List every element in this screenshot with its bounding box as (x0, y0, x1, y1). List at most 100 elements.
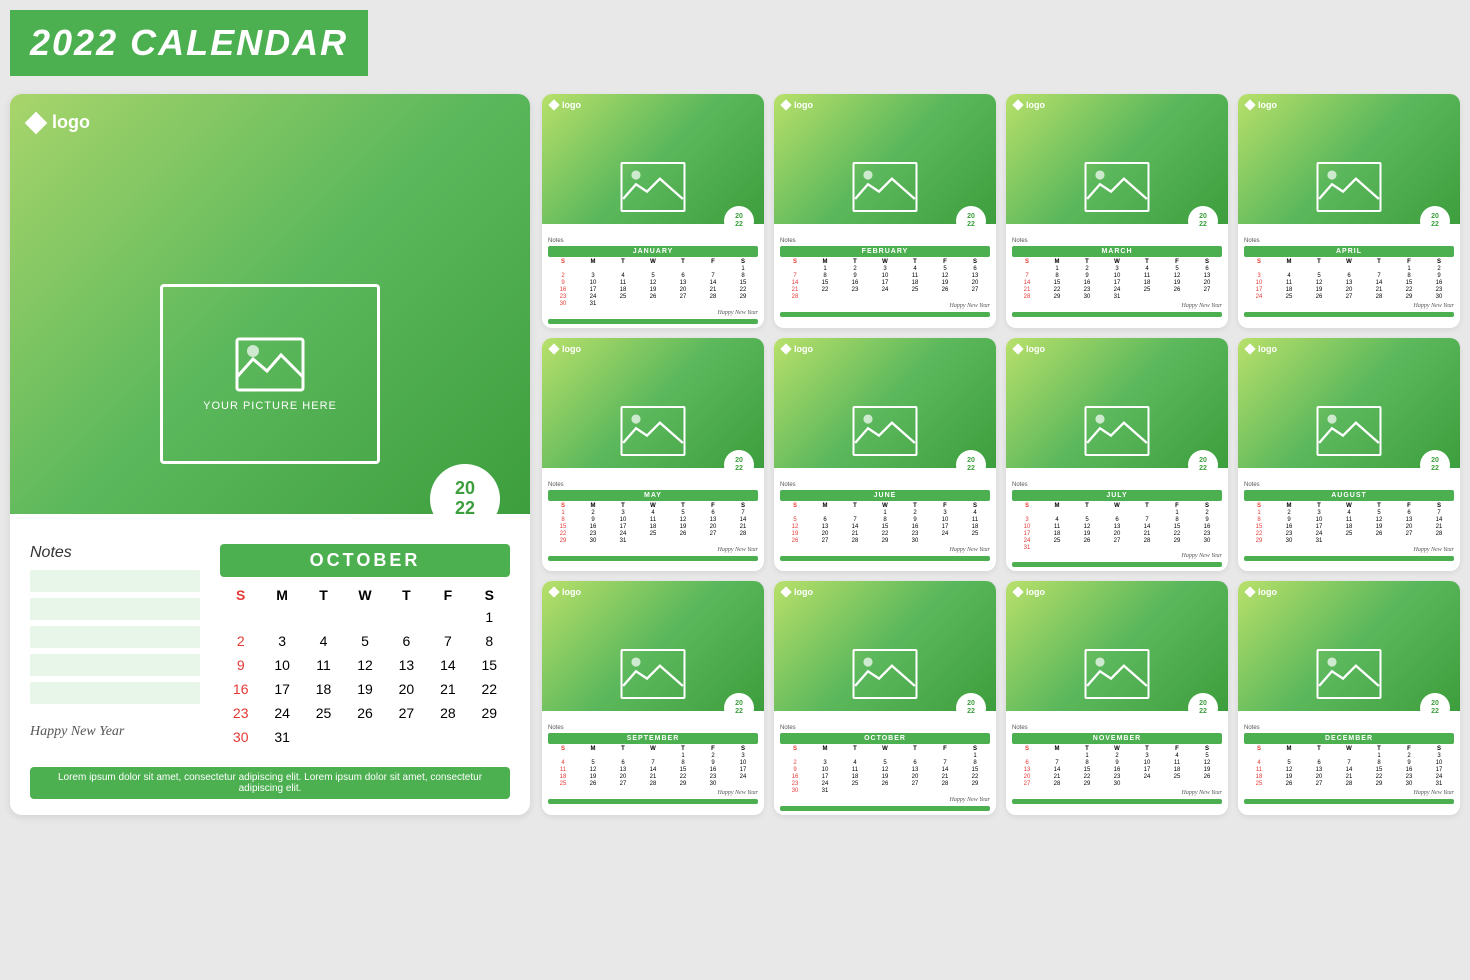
mini-day-cell: 14 (780, 280, 810, 286)
mini-day-cell: 12 (638, 280, 668, 286)
mini-day-cell: 2 (1394, 753, 1424, 759)
mini-day-cell: 28 (780, 294, 810, 300)
mini-day-cell: 20 (810, 531, 840, 537)
mini-year-text: 2022 (1199, 700, 1207, 715)
mini-days-header: S M T W T F S (1244, 503, 1454, 509)
mini-year-text: 2022 (967, 457, 975, 472)
mini-day-header-t2: T (1364, 259, 1394, 265)
mini-days-header: S M T W T F S (548, 746, 758, 752)
mini-day-header-s: S (548, 746, 578, 752)
mini-day-cell: 29 (1072, 781, 1102, 787)
mini-day-cell: 27 (810, 538, 840, 544)
mini-day-cell: 22 (548, 531, 578, 537)
mini-day-header-w: W (1102, 259, 1132, 265)
mini-year-badge: 2022 (1420, 693, 1450, 723)
mini-day-cell: 9 (900, 517, 930, 523)
day-cell (303, 727, 344, 747)
mini-day-cell: 5 (780, 517, 810, 523)
mini-day-cell: 21 (728, 524, 758, 530)
mini-day-cell: 1 (1394, 266, 1424, 272)
mini-day-cell: 18 (548, 774, 578, 780)
mini-day-cell: 14 (638, 767, 668, 773)
mini-day-cell: 5 (1304, 273, 1334, 279)
mini-day-cell: 19 (1162, 280, 1192, 286)
mini-day-cell: 14 (728, 517, 758, 523)
mini-day-cell: 1 (870, 510, 900, 516)
mini-days-header: S M T W T F S (548, 503, 758, 509)
day-cell: 24 (261, 703, 302, 723)
mini-day-cell: 7 (840, 517, 870, 523)
month-grid-area: OCTOBER S M T W T F S 123456789101112131… (220, 544, 510, 747)
mini-day-cell: 2 (1102, 753, 1132, 759)
mini-day-cell: 7 (698, 273, 728, 279)
mini-picture-icon (623, 651, 684, 697)
mini-day-cell: 21 (1334, 774, 1364, 780)
mini-day-cell (1192, 294, 1222, 300)
mini-day-cell: 16 (840, 280, 870, 286)
mini-day-cell: 17 (1102, 280, 1132, 286)
mini-day-cell: 5 (1274, 760, 1304, 766)
day-cell: 8 (469, 631, 510, 651)
mini-day-cell: 16 (1274, 524, 1304, 530)
mini-day-cell: 6 (900, 760, 930, 766)
mini-day-cell: 23 (698, 774, 728, 780)
mini-day-cell: 5 (668, 510, 698, 516)
mini-green-top: logo 2022 (774, 94, 996, 224)
mini-day-cell (930, 538, 960, 544)
day-cell (261, 607, 302, 627)
mini-day-cell: 20 (698, 524, 728, 530)
footer-bar: Lorem ipsum dolor sit amet, consectetur … (30, 767, 510, 799)
mini-day-cell: 2 (578, 510, 608, 516)
day-cell: 9 (220, 655, 261, 675)
mini-logo: logo (1014, 587, 1220, 597)
mini-day-cell: 17 (608, 524, 638, 530)
mini-year-badge: 2022 (956, 693, 986, 723)
mini-day-cell: 26 (668, 531, 698, 537)
mini-day-cell: 8 (548, 517, 578, 523)
mini-day-cell: 30 (1102, 781, 1132, 787)
mini-year-badge: 2022 (724, 206, 754, 236)
mini-day-cell: 17 (870, 280, 900, 286)
mini-month-bar: SEPTEMBER (548, 733, 758, 744)
mini-day-cell: 5 (1364, 510, 1394, 516)
mini-days-grid: 1234567891011121314151617181920212223242… (1012, 510, 1222, 551)
mini-year-text: 2022 (1431, 700, 1439, 715)
day-cell: 5 (344, 631, 385, 651)
mini-day-header-t2: T (900, 746, 930, 752)
mini-day-cell: 28 (1364, 294, 1394, 300)
mini-day-cell: 3 (578, 273, 608, 279)
mini-day-cell (810, 753, 840, 759)
mini-day-cell (1424, 538, 1454, 544)
day-cell: 19 (344, 679, 385, 699)
mini-day-cell: 11 (840, 767, 870, 773)
mini-day-cell: 14 (1424, 517, 1454, 523)
mini-day-cell (608, 266, 638, 272)
mini-picture-icon (855, 164, 916, 210)
mini-day-cell: 13 (960, 273, 990, 279)
mini-day-cell: 31 (1304, 538, 1334, 544)
mini-notes-label: Notes (548, 482, 758, 488)
mini-img-placeholder (853, 162, 918, 212)
mini-day-cell: 28 (1334, 781, 1364, 787)
mini-day-cell: 29 (1042, 294, 1072, 300)
mini-day-cell (1244, 266, 1274, 272)
mini-notes-label: Notes (1244, 725, 1454, 731)
mini-day-cell: 16 (1192, 524, 1222, 530)
mini-day-cell (1192, 781, 1222, 787)
mini-day-cell: 22 (728, 287, 758, 293)
mini-day-header-t2: T (900, 503, 930, 509)
mini-logo: logo (550, 100, 756, 110)
mini-day-cell (1132, 510, 1162, 516)
mini-day-header-t: T (608, 503, 638, 509)
mini-cal-july: logo 2022 Notes JULY S M T W T F (1006, 338, 1228, 571)
mini-footer-bar (780, 556, 990, 561)
mini-day-cell: 26 (1304, 294, 1334, 300)
mini-day-cell: 26 (1274, 781, 1304, 787)
mini-day-cell: 12 (1072, 524, 1102, 530)
mini-day-cell: 7 (1364, 273, 1394, 279)
mini-day-cell: 21 (1132, 531, 1162, 537)
mini-day-cell: 11 (1042, 524, 1072, 530)
mini-day-cell (608, 301, 638, 307)
mini-days-grid: 1234567891011121314151617181920212223242… (548, 753, 758, 788)
mini-day-cell: 24 (870, 287, 900, 293)
